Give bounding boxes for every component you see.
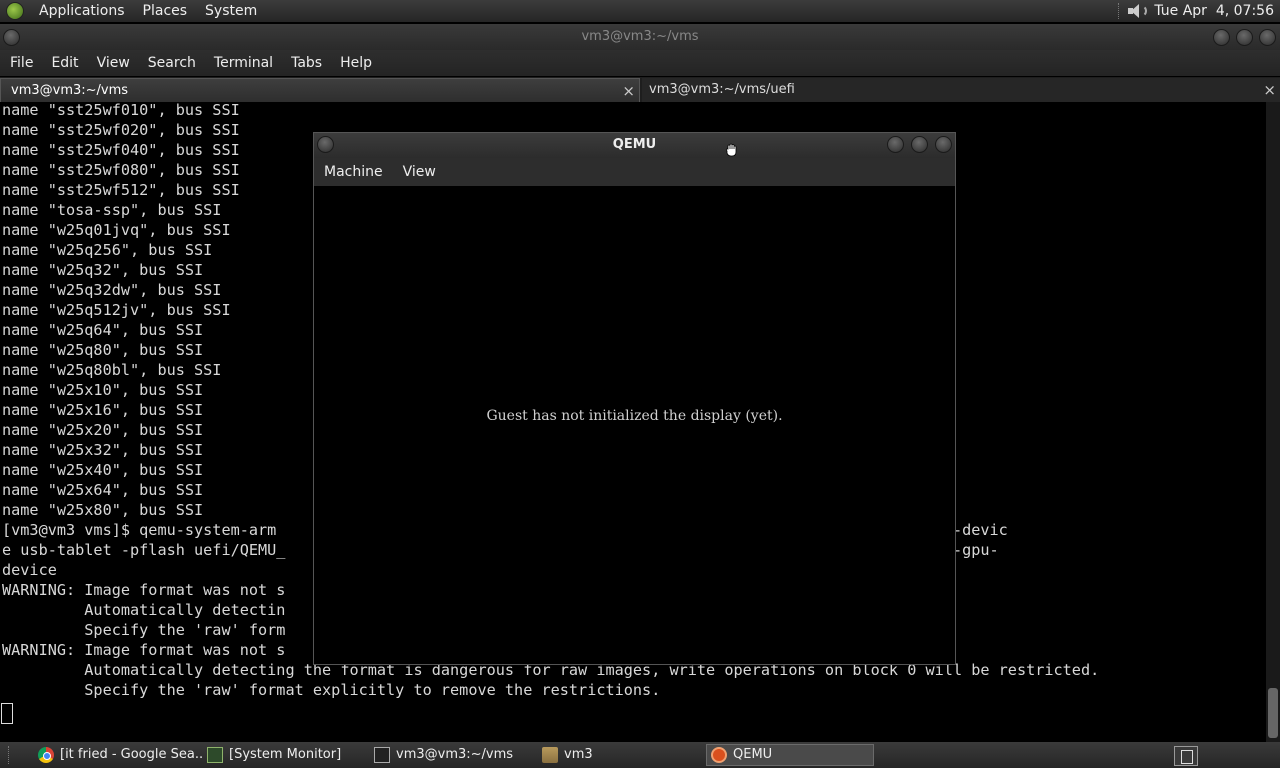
clock[interactable]: Tue Apr 4, 07:56 — [1154, 3, 1274, 19]
terminal-line: name "w25x20", bus SSI — [2, 421, 204, 439]
terminal-line: Specify the 'raw' form — [2, 621, 286, 639]
scrollbar-thumb[interactable] — [1268, 688, 1278, 738]
terminal-line: WARNING: Image format was not s — [2, 581, 286, 599]
top-panel: Applications Places System Tue Apr 4, 07… — [0, 0, 1280, 22]
qemu-icon — [711, 747, 727, 763]
system-menu[interactable]: System — [196, 3, 266, 19]
taskbar-item-folder[interactable]: vm3 — [542, 744, 702, 766]
tab-close-icon[interactable]: × — [1263, 78, 1276, 102]
menu-search[interactable]: Search — [139, 55, 205, 71]
terminal-line: name "w25q01jvq", bus SSI — [2, 221, 231, 239]
terminal-line: name "w25q80", bus SSI — [2, 341, 204, 359]
minimize-icon[interactable] — [1213, 29, 1230, 46]
places-menu[interactable]: Places — [134, 3, 197, 19]
window-menu-icon[interactable] — [3, 29, 20, 46]
terminal-line: name "w25q256", bus SSI — [2, 241, 213, 259]
hand-cursor-icon — [726, 143, 737, 157]
taskbar-item-label: [System Monitor] — [229, 747, 342, 762]
terminal-line: name "tosa-ssp", bus SSI — [2, 201, 222, 219]
terminal-line: name "w25q512jv", bus SSI — [2, 301, 231, 319]
terminal-line: WARNING: Image format was not s — [2, 641, 286, 659]
menu-edit[interactable]: Edit — [42, 55, 87, 71]
minimize-icon[interactable] — [887, 136, 904, 153]
menu-view[interactable]: View — [393, 164, 446, 180]
terminal-line: name "sst25wf040", bus SSI — [2, 141, 240, 159]
terminal-menubar: File Edit View Search Terminal Tabs Help — [0, 50, 1280, 76]
close-icon[interactable] — [935, 136, 952, 153]
terminal-line: name "w25q32dw", bus SSI — [2, 281, 222, 299]
qemu-titlebar[interactable]: QEMU — [314, 133, 955, 158]
terminal-line: name "w25q80bl", bus SSI — [2, 361, 222, 379]
tab-label: vm3@vm3:~/vms — [11, 83, 129, 98]
terminal-line: Specify the 'raw' format explicitly to r… — [2, 681, 661, 699]
terminal-tabs: vm3@vm3:~/vms × vm3@vm3:~/vms/uefi × — [0, 77, 1280, 102]
applications-menu[interactable]: Applications — [30, 3, 134, 19]
menu-terminal[interactable]: Terminal — [205, 55, 282, 71]
window-menu-icon[interactable] — [317, 136, 334, 153]
terminal-icon — [374, 747, 390, 763]
terminal-line: name "w25x32", bus SSI — [2, 441, 204, 459]
terminal-line: name "w25q32", bus SSI — [2, 261, 204, 279]
taskbar-item-terminal[interactable]: vm3@vm3:~/vms — [374, 744, 536, 766]
terminal-title-text: vm3@vm3:~/vms — [581, 29, 699, 44]
qemu-display[interactable]: Guest has not initialized the display (y… — [314, 186, 955, 664]
maximize-icon[interactable] — [911, 136, 928, 153]
menu-help[interactable]: Help — [331, 55, 381, 71]
terminal-cursor — [1, 703, 13, 724]
menu-view[interactable]: View — [88, 55, 139, 71]
terminal-line: name "w25x10", bus SSI — [2, 381, 204, 399]
tab-close-icon[interactable]: × — [622, 79, 635, 103]
terminal-scrollbar[interactable] — [1266, 102, 1280, 742]
terminal-line: name "sst25wf512", bus SSI — [2, 181, 240, 199]
distro-logo-icon[interactable] — [6, 2, 24, 20]
taskbar-item-qemu[interactable]: QEMU — [706, 744, 874, 766]
terminal-line: name "w25x64", bus SSI — [2, 481, 204, 499]
chrome-icon — [38, 747, 54, 763]
tab-label: vm3@vm3:~/vms/uefi — [649, 82, 795, 97]
terminal-line: name "sst25wf010", bus SSI — [2, 102, 240, 119]
taskbar-separator — [8, 746, 10, 764]
close-icon[interactable] — [1259, 29, 1276, 46]
menu-machine[interactable]: Machine — [314, 164, 393, 180]
tab-uefi[interactable]: vm3@vm3:~/vms/uefi × — [642, 78, 1280, 102]
folder-icon — [542, 747, 558, 763]
taskbar-item-system-monitor[interactable]: [System Monitor] — [207, 744, 367, 766]
panel-separator — [1118, 3, 1120, 19]
terminal-line: name "w25q64", bus SSI — [2, 321, 204, 339]
display-message: Guest has not initialized the display (y… — [486, 408, 783, 424]
menu-file[interactable]: File — [0, 55, 42, 71]
terminal-line: device — [2, 561, 57, 579]
taskbar-item-label: vm3@vm3:~/vms — [396, 747, 514, 762]
maximize-icon[interactable] — [1236, 29, 1253, 46]
taskbar-item-browser[interactable]: [it fried - Google Sea... — [38, 744, 204, 766]
terminal-line: name "w25x80", bus SSI — [2, 501, 204, 519]
terminal-line: name "w25x40", bus SSI — [2, 461, 204, 479]
taskbar-item-label: [it fried - Google Sea... — [60, 747, 204, 762]
qemu-title-text: QEMU — [612, 137, 657, 152]
system-monitor-icon — [207, 747, 223, 763]
show-desktop-button[interactable] — [1174, 746, 1198, 766]
taskbar-item-label: vm3 — [564, 747, 593, 762]
terminal-line: name "w25x16", bus SSI — [2, 401, 204, 419]
terminal-line: name "sst25wf020", bus SSI — [2, 121, 240, 139]
volume-icon[interactable] — [1126, 3, 1148, 19]
menu-tabs[interactable]: Tabs — [282, 55, 331, 71]
qemu-window: QEMU Machine View Guest has not initiali… — [313, 132, 956, 665]
terminal-window-title: vm3@vm3:~/vms — [0, 24, 1280, 50]
terminal-line: name "sst25wf080", bus SSI — [2, 161, 240, 179]
bottom-taskbar: [it fried - Google Sea... [System Monito… — [0, 742, 1280, 768]
tab-vms[interactable]: vm3@vm3:~/vms × — [0, 78, 640, 102]
qemu-menubar: Machine View — [314, 158, 955, 186]
taskbar-item-label: QEMU — [733, 747, 773, 762]
